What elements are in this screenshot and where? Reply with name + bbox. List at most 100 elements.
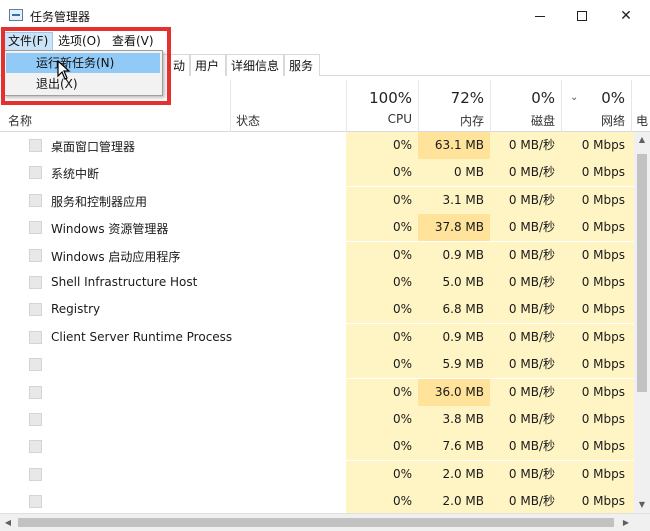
column-status[interactable]: 状态 xyxy=(236,112,260,129)
column-cpu[interactable]: 100% CPU xyxy=(346,80,418,132)
menu-file[interactable]: 文件(F) xyxy=(3,32,54,51)
tab-startup-label: 动 xyxy=(172,59,185,73)
process-row[interactable]: Shell Infrastructure Host 0% 5.0 MB 0 MB/秒 0… xyxy=(0,269,634,296)
network-cell: 0 Mbps xyxy=(561,296,631,324)
memory-cell: 0.9 MB xyxy=(418,241,490,269)
close-button[interactable]: ✕ xyxy=(603,0,649,32)
process-row[interactable]: Client Server Runtime Process 0% 0.9 MB 0 M… xyxy=(0,323,634,351)
process-row[interactable]: 0% 7.6 MB 0 MB/秒 0 Mbps xyxy=(0,433,634,461)
process-name: Shell Infrastructure Host xyxy=(51,275,198,289)
network-cell: 0 Mbps xyxy=(561,351,631,379)
disk-cell: 0 MB/秒 xyxy=(490,241,561,269)
process-name: Windows 资源管理器 xyxy=(51,222,169,237)
process-icon xyxy=(29,303,42,317)
process-row[interactable]: 0% 36.0 MB 0 MB/秒 0 Mbps xyxy=(0,378,634,406)
column-power[interactable]: 电 xyxy=(631,80,650,132)
cpu-label: CPU xyxy=(387,112,412,126)
process-row[interactable]: 桌面窗口管理器 0% 63.1 MB 0 MB/秒 0 Mbps xyxy=(0,132,634,159)
disk-cell: 0 MB/秒 xyxy=(490,132,561,159)
network-cell: 0 Mbps xyxy=(561,132,631,159)
network-cell: 0 Mbps xyxy=(561,241,631,269)
network-cell: 0 Mbps xyxy=(561,269,631,296)
file-dropdown-menu: 运行新任务(N) 退出(X) xyxy=(3,50,163,96)
process-icon xyxy=(29,193,42,207)
column-network[interactable]: ⌄ 0% 网络 xyxy=(561,80,631,132)
process-row[interactable]: 0% 2.0 MB 0 MB/秒 0 Mbps xyxy=(0,488,634,513)
disk-cell: 0 MB/秒 xyxy=(490,433,561,461)
tab-users[interactable]: 用户 xyxy=(190,54,226,76)
disk-cell: 0 MB/秒 xyxy=(490,351,561,379)
minimize-button[interactable] xyxy=(517,0,563,32)
process-name: 服务和控制器应用 xyxy=(51,194,148,209)
network-cell: 0 Mbps xyxy=(561,433,631,461)
menu-bar: 文件(F) 选项(O) 查看(V) xyxy=(0,31,650,51)
cpu-cell: 0% xyxy=(346,351,418,379)
maximize-button[interactable] xyxy=(559,0,605,32)
scroll-right-icon[interactable]: ▶ xyxy=(618,514,634,531)
process-row[interactable]: 0% 5.9 MB 0 MB/秒 0 Mbps xyxy=(0,351,634,379)
process-list: 桌面窗口管理器 0% 63.1 MB 0 MB/秒 0 Mbps 系统中断 0% 0 MB 0 … xyxy=(0,132,634,513)
process-icon xyxy=(29,467,42,481)
memory-cell: 2.0 MB xyxy=(418,460,490,488)
menu-options[interactable]: 选项(O) xyxy=(54,32,105,51)
cpu-cell: 0% xyxy=(346,159,418,187)
cpu-cell: 0% xyxy=(346,460,418,488)
cpu-total: 100% xyxy=(369,89,412,107)
process-icon xyxy=(29,330,42,344)
process-row[interactable]: Windows 启动应用程序 0% 0.9 MB 0 MB/秒 0 Mbps xyxy=(0,241,634,269)
tab-details[interactable]: 详细信息 xyxy=(226,54,284,76)
process-icon xyxy=(29,276,42,289)
title-bar: 任务管理器 ✕ xyxy=(0,0,650,32)
process-icon xyxy=(29,358,42,372)
vertical-scroll-thumb[interactable] xyxy=(637,154,647,392)
process-icon xyxy=(29,495,42,509)
cpu-cell: 0% xyxy=(346,406,418,433)
scroll-up-icon[interactable]: ▲ xyxy=(634,132,650,148)
menu-item-exit[interactable]: 退出(X) xyxy=(6,74,160,94)
memory-label: 内存 xyxy=(459,114,484,128)
disk-cell: 0 MB/秒 xyxy=(490,460,561,488)
tab-services[interactable]: 服务 xyxy=(284,54,320,76)
memory-cell: 6.8 MB xyxy=(418,296,490,324)
process-row[interactable]: Windows 资源管理器 0% 37.8 MB 0 MB/秒 0 Mbps xyxy=(0,214,634,242)
network-cell: 0 Mbps xyxy=(561,159,631,187)
network-label: 网络 xyxy=(600,114,625,128)
process-row[interactable]: 0% 2.0 MB 0 MB/秒 0 Mbps xyxy=(0,460,634,488)
disk-total: 0% xyxy=(531,89,555,107)
process-row[interactable]: Registry 0% 6.8 MB 0 MB/秒 0 Mbps xyxy=(0,296,634,324)
network-cell: 0 Mbps xyxy=(561,186,631,214)
column-name[interactable]: 名称 xyxy=(8,112,32,129)
process-row[interactable]: 0% 3.8 MB 0 MB/秒 0 Mbps xyxy=(0,406,634,433)
network-cell: 0 Mbps xyxy=(561,460,631,488)
process-name: 桌面窗口管理器 xyxy=(51,140,136,154)
disk-cell: 0 MB/秒 xyxy=(490,296,561,324)
menu-item-run-new-task[interactable]: 运行新任务(N) xyxy=(6,53,160,73)
network-cell: 0 Mbps xyxy=(561,488,631,513)
horizontal-scroll-thumb[interactable] xyxy=(18,518,614,527)
disk-label: 磁盘 xyxy=(530,114,555,128)
cpu-cell: 0% xyxy=(346,241,418,269)
menu-view[interactable]: 查看(V) xyxy=(108,32,158,51)
memory-cell: 2.0 MB xyxy=(418,488,490,513)
process-row[interactable]: 系统中断 0% 0 MB 0 MB/秒 0 Mbps xyxy=(0,159,634,187)
horizontal-scrollbar[interactable]: ◀ ▶ xyxy=(0,513,650,531)
process-row[interactable]: 服务和控制器应用 0% 3.1 MB 0 MB/秒 0 Mbps xyxy=(0,186,634,214)
process-icon xyxy=(29,248,42,262)
mouse-cursor-icon xyxy=(57,60,71,80)
disk-cell: 0 MB/秒 xyxy=(490,214,561,242)
power-label: 电 xyxy=(635,114,648,128)
disk-cell: 0 MB/秒 xyxy=(490,269,561,296)
scroll-down-icon[interactable]: ▼ xyxy=(634,497,650,513)
process-icon xyxy=(29,139,42,152)
disk-cell: 0 MB/秒 xyxy=(490,323,561,351)
scroll-left-icon[interactable]: ◀ xyxy=(0,514,16,531)
disk-cell: 0 MB/秒 xyxy=(490,159,561,187)
process-icon xyxy=(29,413,42,426)
cpu-cell: 0% xyxy=(346,269,418,296)
cpu-cell: 0% xyxy=(346,186,418,214)
vertical-scrollbar[interactable]: ▲ ▼ xyxy=(634,132,650,513)
memory-cell: 0 MB xyxy=(418,159,490,187)
column-memory[interactable]: 72% 内存 xyxy=(418,80,490,132)
memory-cell: 37.8 MB xyxy=(418,214,490,242)
column-disk[interactable]: 0% 磁盘 xyxy=(490,80,561,132)
